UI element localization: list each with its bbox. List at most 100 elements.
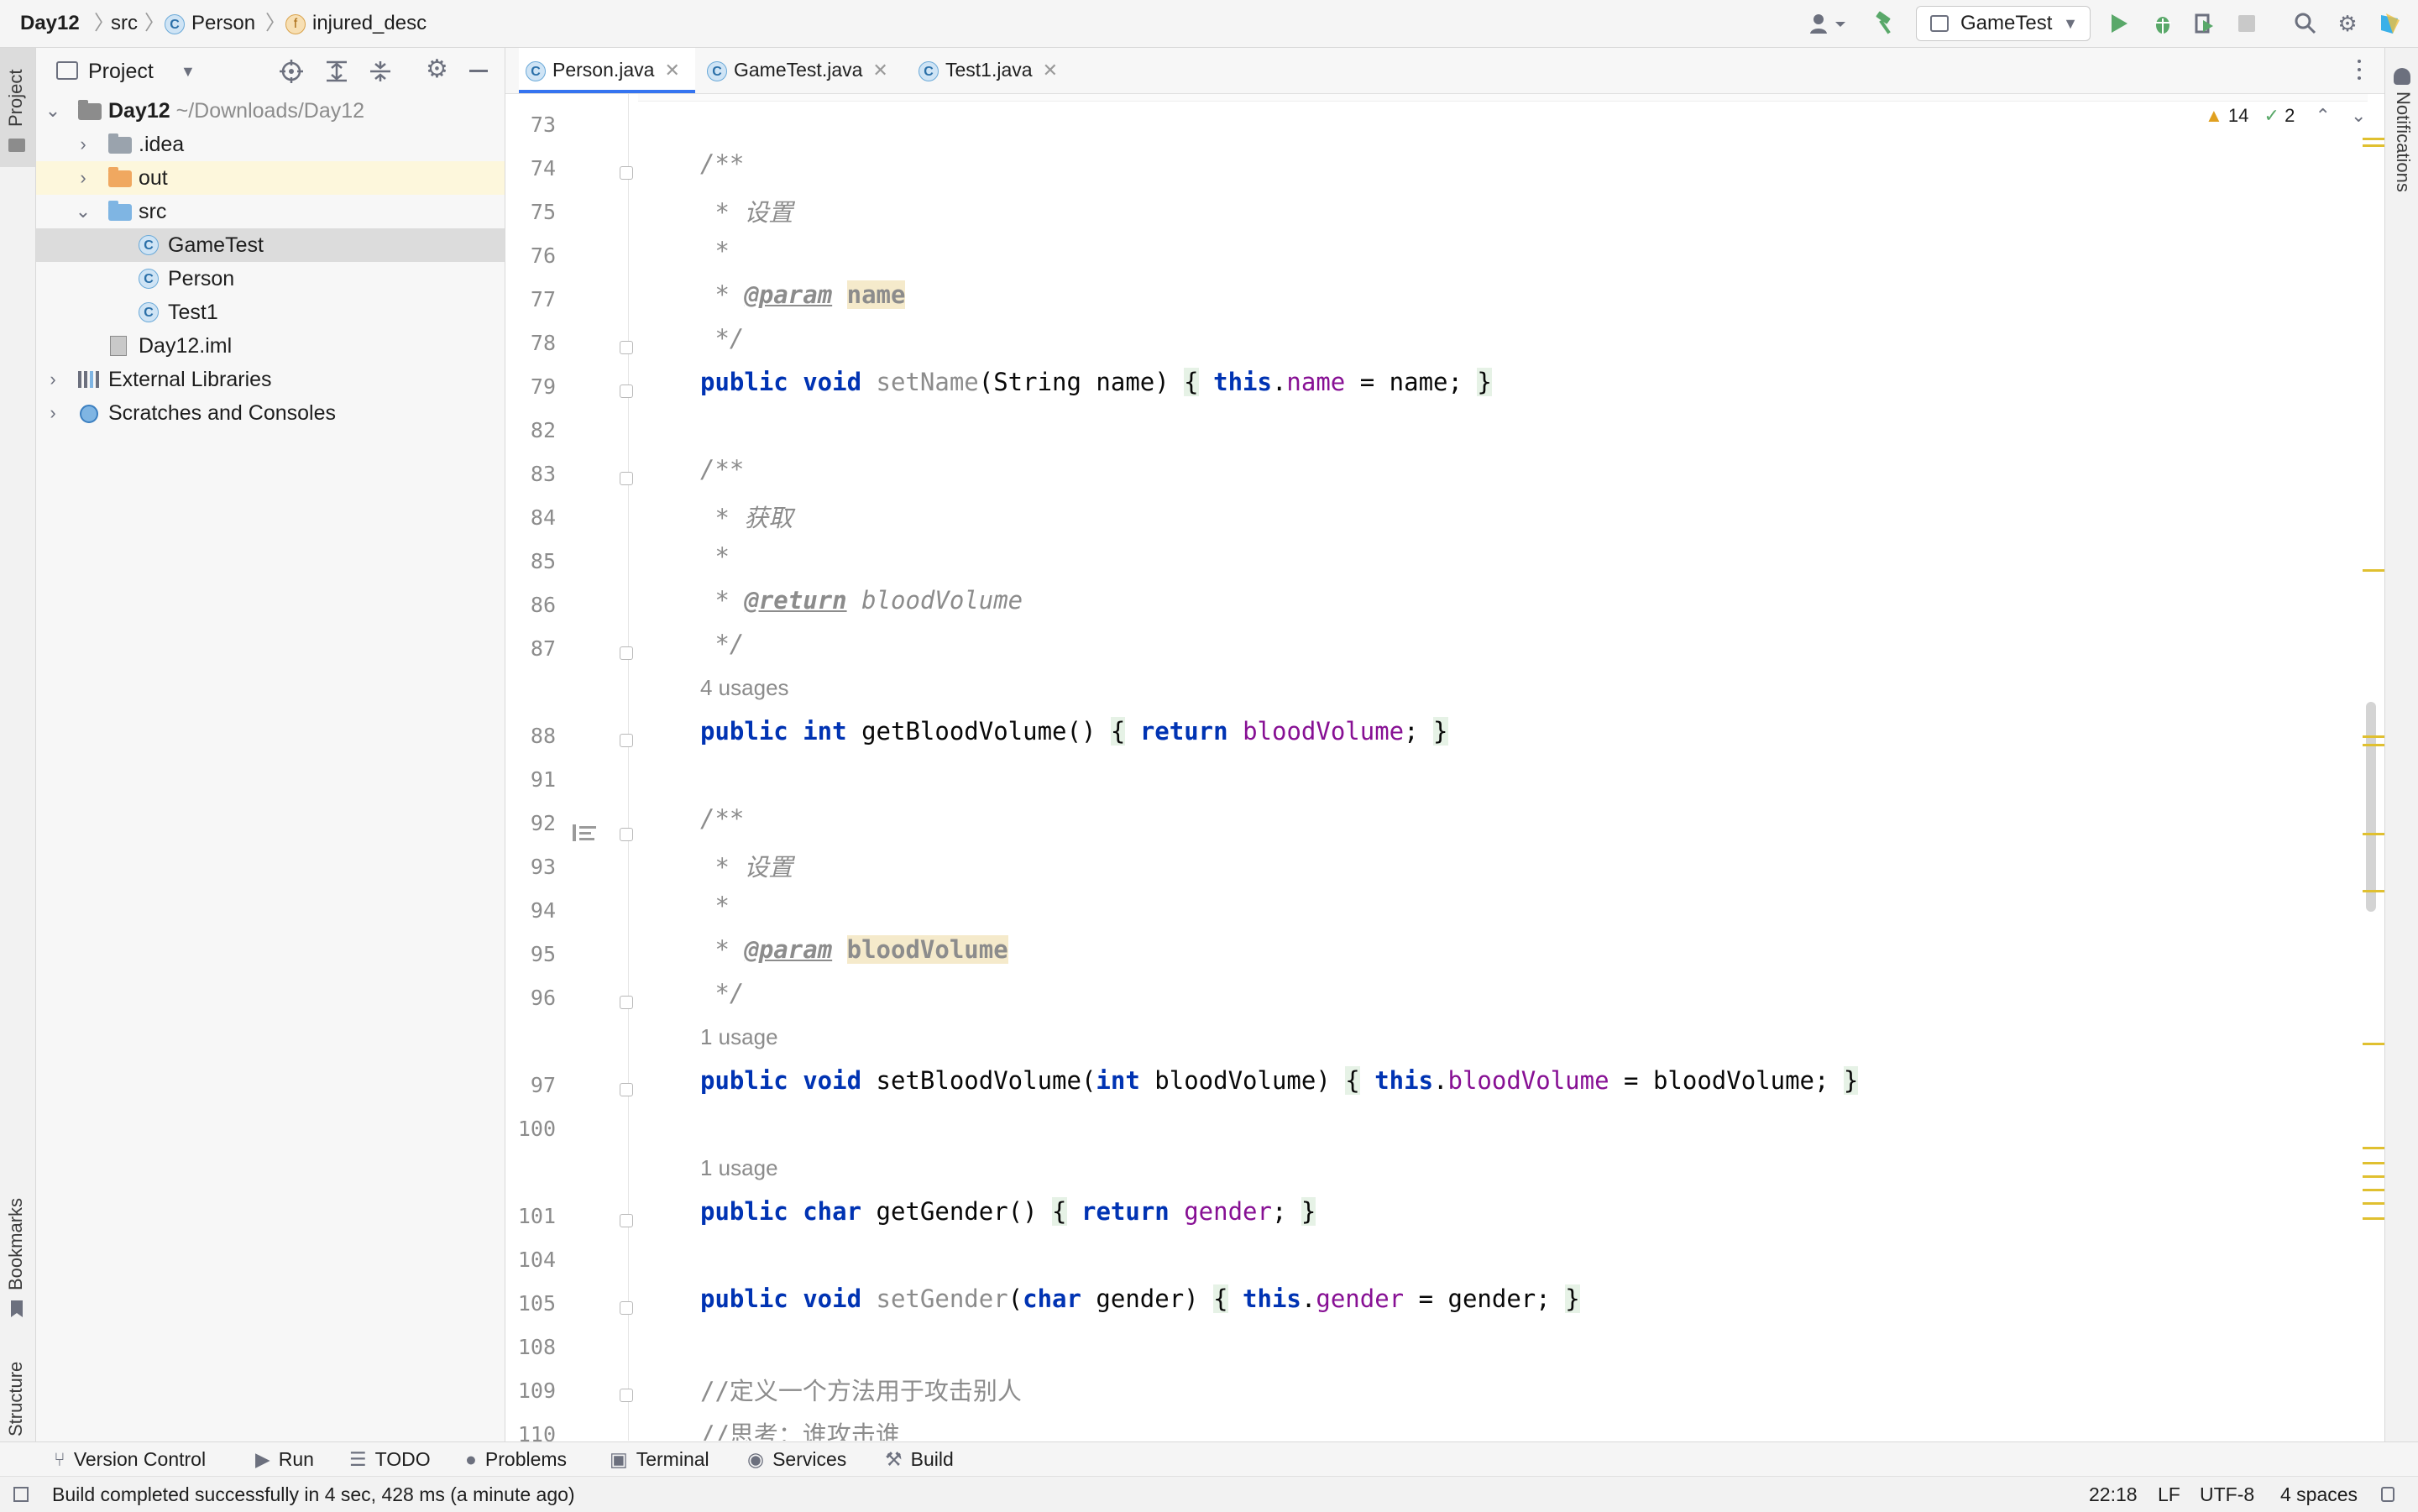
editor-scrollbar-thumb[interactable]: [2366, 702, 2376, 912]
chevron-right-icon[interactable]: ›: [75, 128, 92, 161]
build-tool-button[interactable]: ⚒ Build: [885, 1442, 954, 1476]
chevron-down-icon[interactable]: ⌄: [44, 94, 61, 128]
expand-all-icon[interactable]: [325, 60, 348, 83]
fold-marker-icon[interactable]: [620, 472, 633, 485]
todo-tool-button[interactable]: ☰ TODO: [349, 1442, 431, 1476]
user-account-icon[interactable]: [1802, 7, 1852, 40]
error-stripe-mark[interactable]: [2363, 1043, 2384, 1045]
fold-marker-icon[interactable]: [620, 1389, 633, 1402]
ide-logo-icon[interactable]: [2373, 7, 2406, 40]
search-icon[interactable]: [2289, 7, 2322, 40]
class-icon: C: [165, 13, 185, 34]
chevron-down-icon[interactable]: ⌄: [75, 195, 92, 228]
bookmarks-tool-window-button[interactable]: Bookmarks: [0, 1139, 35, 1324]
tree-item-gametest[interactable]: C GameTest: [36, 228, 505, 262]
error-stripe-mark[interactable]: [2363, 144, 2384, 147]
chevron-right-icon[interactable]: ›: [75, 161, 92, 195]
fold-marker-icon[interactable]: [620, 1301, 633, 1315]
fold-marker-icon[interactable]: [620, 646, 633, 660]
tab-test1-java[interactable]: C Test1.java ✕: [919, 48, 1058, 93]
error-stripe-mark[interactable]: [2363, 569, 2384, 572]
fold-marker-icon[interactable]: [620, 1214, 633, 1227]
breadcrumb-project[interactable]: Day12: [20, 0, 80, 47]
breadcrumb-folder[interactable]: src: [111, 0, 138, 47]
breadcrumb-field[interactable]: f injured_desc: [285, 0, 427, 47]
tree-item-person[interactable]: C Person: [36, 262, 505, 296]
editor-tabs: C Person.java ✕ C GameTest.java ✕ C Test1.jav…: [505, 48, 2384, 94]
settings-gear-icon[interactable]: ⚙: [2331, 7, 2364, 40]
locate-file-icon[interactable]: [280, 60, 303, 83]
fold-marker-icon[interactable]: [620, 166, 633, 180]
code-editor[interactable]: /** * 设置 * * @param name */ public void …: [638, 94, 2368, 1441]
tab-person-java[interactable]: C Person.java ✕: [519, 48, 695, 93]
terminal-tool-button[interactable]: ▣ Terminal: [610, 1442, 709, 1476]
tree-item-out[interactable]: › out: [36, 161, 505, 195]
debug-icon[interactable]: [2146, 7, 2180, 40]
editor-gutter[interactable]: 73 74 75 76 77 78 79 82 83 84 85 86 87 8…: [505, 94, 629, 1447]
fold-marker-icon[interactable]: [620, 1083, 633, 1096]
minimize-icon[interactable]: [469, 70, 488, 72]
version-control-button[interactable]: ⑂ Version Control: [54, 1442, 206, 1476]
chevron-up-icon[interactable]: ⌃: [2315, 105, 2330, 126]
tree-item-iml[interactable]: Day12.iml: [36, 329, 505, 363]
fold-marker-icon[interactable]: [620, 734, 633, 747]
error-stripe-mark[interactable]: [2363, 744, 2384, 746]
more-tabs-icon[interactable]: [2356, 58, 2363, 83]
lock-icon[interactable]: [2381, 1487, 2394, 1502]
tree-item-idea[interactable]: › .idea: [36, 128, 505, 161]
project-tool-window-button[interactable]: Project: [0, 48, 35, 167]
close-icon[interactable]: ✕: [664, 60, 679, 81]
fold-marker-icon[interactable]: [620, 341, 633, 354]
stop-icon[interactable]: [2230, 7, 2264, 40]
tree-item-test1[interactable]: C Test1: [36, 296, 505, 329]
error-stripe-mark[interactable]: [2363, 1175, 2384, 1178]
error-stripe-mark[interactable]: [2363, 1202, 2384, 1205]
indent-setting[interactable]: 4 spaces: [2280, 1477, 2358, 1512]
chevron-down-icon[interactable]: ⌄: [2351, 105, 2366, 126]
chevron-down-icon[interactable]: ▼: [181, 48, 196, 95]
run-icon[interactable]: [2102, 7, 2136, 40]
run-tool-button[interactable]: ▶ Run: [255, 1442, 314, 1476]
fold-marker-icon[interactable]: [620, 385, 633, 398]
file-encoding[interactable]: UTF-8: [2200, 1477, 2254, 1512]
caret-position[interactable]: 22:18: [2089, 1477, 2138, 1512]
reader-mode-icon[interactable]: [573, 823, 598, 843]
error-stripe-mark[interactable]: [2363, 138, 2384, 140]
tool-windows-toggle-icon[interactable]: [13, 1487, 29, 1502]
chevron-right-icon[interactable]: ›: [44, 363, 61, 396]
tab-label: GameTest.java: [734, 59, 863, 81]
error-stripe-mark[interactable]: [2363, 1217, 2384, 1220]
project-view-selector[interactable]: Project: [88, 48, 154, 95]
usages-hint[interactable]: 1 usage: [700, 1155, 778, 1181]
problems-tool-button[interactable]: ● Problems: [465, 1442, 567, 1476]
usages-hint[interactable]: 1 usage: [700, 1024, 778, 1050]
error-stripe-mark[interactable]: [2363, 1189, 2384, 1191]
usages-hint[interactable]: 4 usages: [700, 675, 789, 701]
fold-marker-icon[interactable]: [620, 996, 633, 1009]
collapse-all-icon[interactable]: [369, 60, 392, 83]
tree-item-src[interactable]: ⌄ src: [36, 195, 505, 228]
fold-marker-icon[interactable]: [620, 828, 633, 841]
tree-item-project-root[interactable]: ⌄ Day12 ~/Downloads/Day12: [36, 94, 505, 128]
line-separator[interactable]: LF: [2158, 1477, 2180, 1512]
run-with-coverage-icon[interactable]: [2188, 7, 2222, 40]
error-stripe-mark[interactable]: [2363, 735, 2384, 738]
chevron-right-icon[interactable]: ›: [44, 396, 61, 430]
close-icon[interactable]: ✕: [872, 60, 887, 81]
error-stripe-mark[interactable]: [2363, 1147, 2384, 1149]
error-stripe-mark[interactable]: [2363, 1162, 2384, 1164]
tree-item-scratches[interactable]: › Scratches and Consoles: [36, 396, 505, 430]
close-icon[interactable]: ✕: [1043, 60, 1058, 81]
inspections-widget[interactable]: ▲ 14 ✓ 2 ⌃ ⌄: [2205, 102, 2366, 129]
tab-gametest-java[interactable]: C GameTest.java ✕: [707, 48, 888, 93]
run-configuration-select[interactable]: GameTest ▼: [1916, 6, 2091, 41]
services-tool-button[interactable]: ◉ Services: [747, 1442, 846, 1476]
status-message[interactable]: Build completed successfully in 4 sec, 4…: [52, 1477, 575, 1512]
tree-item-external-libraries[interactable]: › External Libraries: [36, 363, 505, 396]
error-stripe-mark[interactable]: [2363, 833, 2384, 835]
error-stripe-mark[interactable]: [2363, 890, 2384, 892]
gear-icon[interactable]: ⚙: [426, 55, 448, 84]
build-hammer-icon[interactable]: [1869, 7, 1902, 40]
notifications-tool-window-button[interactable]: Notifications: [2385, 65, 2418, 258]
breadcrumb-class[interactable]: C Person: [165, 0, 255, 47]
